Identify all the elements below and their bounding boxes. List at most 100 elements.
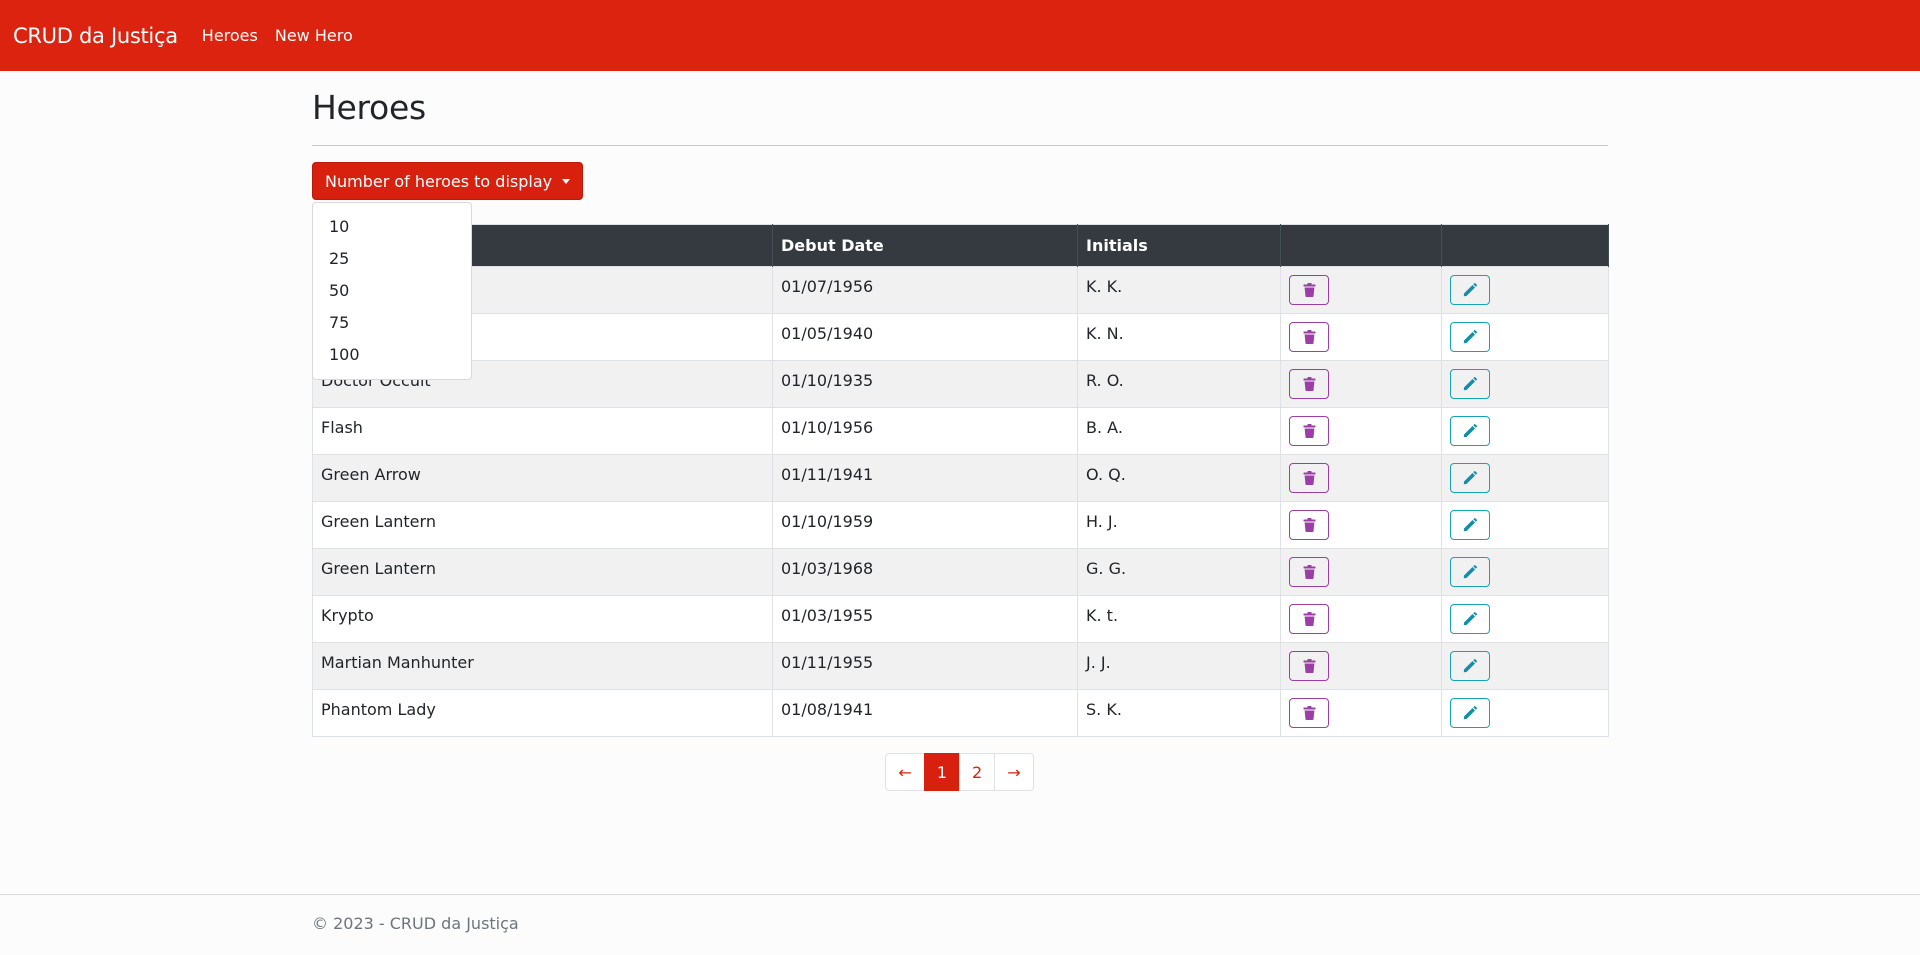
edit-cell	[1441, 689, 1609, 737]
delete-cell	[1280, 642, 1442, 690]
edit-button[interactable]	[1450, 416, 1490, 446]
trash-icon	[1303, 659, 1316, 673]
nav-link-heroes[interactable]: Heroes	[202, 26, 258, 45]
table-row: 01/05/1940 K. N.	[312, 313, 1609, 361]
dropdown-option-75[interactable]: 75	[313, 307, 471, 339]
edit-button[interactable]	[1450, 463, 1490, 493]
hero-debut-cell: 01/03/1968	[772, 548, 1078, 596]
trash-icon	[1303, 565, 1316, 579]
hero-initials-cell: O. Q.	[1077, 454, 1281, 502]
column-header-edit	[1441, 224, 1609, 267]
dropdown-option-100[interactable]: 100	[313, 339, 471, 371]
pagination-next[interactable]: →	[994, 753, 1034, 791]
delete-cell	[1280, 360, 1442, 408]
pencil-icon	[1463, 471, 1477, 485]
column-header-debut-date: Debut Date	[772, 224, 1078, 267]
dropdown-option-50[interactable]: 50	[313, 275, 471, 307]
hero-initials-cell: K. N.	[1077, 313, 1281, 361]
pencil-icon	[1463, 518, 1477, 532]
nav-link-new-hero[interactable]: New Hero	[275, 26, 353, 45]
delete-cell	[1280, 689, 1442, 737]
edit-cell	[1441, 266, 1609, 314]
dropdown-option-10[interactable]: 10	[313, 211, 471, 243]
delete-button[interactable]	[1289, 651, 1329, 681]
pencil-icon	[1463, 565, 1477, 579]
delete-button[interactable]	[1289, 275, 1329, 305]
edit-button[interactable]	[1450, 604, 1490, 634]
table-row: Green Arrow 01/11/1941 O. Q.	[312, 454, 1609, 502]
delete-button[interactable]	[1289, 604, 1329, 634]
hero-name-cell: Green Lantern	[312, 501, 773, 549]
edit-button[interactable]	[1450, 275, 1490, 305]
hero-debut-cell: 01/05/1940	[772, 313, 1078, 361]
trash-icon	[1303, 518, 1316, 532]
hero-debut-cell: 01/10/1956	[772, 407, 1078, 455]
hero-name-cell: Phantom Lady	[312, 689, 773, 737]
hero-debut-cell: 01/08/1941	[772, 689, 1078, 737]
delete-button[interactable]	[1289, 416, 1329, 446]
main-container: Heroes Number of heroes to display 10 25…	[312, 71, 1609, 791]
trash-icon	[1303, 612, 1316, 626]
column-header-delete	[1280, 224, 1442, 267]
edit-button[interactable]	[1450, 322, 1490, 352]
trash-icon	[1303, 283, 1316, 297]
table-body: 01/07/1956 K. K. 01/05/1940 K. N. Doctor Occ…	[312, 266, 1609, 737]
delete-button[interactable]	[1289, 557, 1329, 587]
delete-cell	[1280, 266, 1442, 314]
edit-button[interactable]	[1450, 510, 1490, 540]
delete-cell	[1280, 548, 1442, 596]
hero-debut-cell: 01/10/1959	[772, 501, 1078, 549]
column-header-initials: Initials	[1077, 224, 1281, 267]
table-row: Green Lantern 01/10/1959 H. J.	[312, 501, 1609, 549]
hero-initials-cell: H. J.	[1077, 501, 1281, 549]
pencil-icon	[1463, 330, 1477, 344]
hero-name-cell: Krypto	[312, 595, 773, 643]
edit-button[interactable]	[1450, 557, 1490, 587]
edit-button[interactable]	[1450, 698, 1490, 728]
trash-icon	[1303, 706, 1316, 720]
delete-button[interactable]	[1289, 322, 1329, 352]
hero-initials-cell: K. t.	[1077, 595, 1281, 643]
delete-cell	[1280, 407, 1442, 455]
table-row: Martian Manhunter 01/11/1955 J. J.	[312, 642, 1609, 690]
delete-cell	[1280, 501, 1442, 549]
brand-link[interactable]: CRUD da Justiça	[13, 24, 178, 48]
footer-divider	[0, 894, 1920, 895]
delete-cell	[1280, 313, 1442, 361]
table-row: Phantom Lady 01/08/1941 S. K.	[312, 689, 1609, 737]
hero-debut-cell: 01/07/1956	[772, 266, 1078, 314]
hero-initials-cell: G. G.	[1077, 548, 1281, 596]
delete-button[interactable]	[1289, 510, 1329, 540]
table-row: Krypto 01/03/1955 K. t.	[312, 595, 1609, 643]
edit-cell	[1441, 313, 1609, 361]
pagination: ← 1 2 →	[312, 753, 1608, 791]
delete-cell	[1280, 595, 1442, 643]
pencil-icon	[1463, 659, 1477, 673]
display-count-button[interactable]: Number of heroes to display	[312, 162, 584, 200]
navbar: CRUD da Justiça Heroes New Hero	[0, 0, 1920, 71]
table-header-row: Name Debut Date Initials	[312, 224, 1609, 267]
edit-button[interactable]	[1450, 651, 1490, 681]
hero-initials-cell: B. A.	[1077, 407, 1281, 455]
delete-button[interactable]	[1289, 698, 1329, 728]
table-row: Flash 01/10/1956 B. A.	[312, 407, 1609, 455]
hero-debut-cell: 01/11/1955	[772, 642, 1078, 690]
display-count-menu: 10 25 50 75 100	[312, 202, 472, 380]
delete-button[interactable]	[1289, 369, 1329, 399]
table-row: Doctor Occult 01/10/1935 R. O.	[312, 360, 1609, 408]
dropdown-option-25[interactable]: 25	[313, 243, 471, 275]
pagination-page-1[interactable]: 1	[923, 753, 960, 791]
pagination-prev[interactable]: ←	[885, 753, 925, 791]
pagination-page-2[interactable]: 2	[959, 753, 996, 791]
delete-button[interactable]	[1289, 463, 1329, 493]
delete-cell	[1280, 454, 1442, 502]
hero-initials-cell: K. K.	[1077, 266, 1281, 314]
hero-initials-cell: R. O.	[1077, 360, 1281, 408]
heroes-table: Name Debut Date Initials 01/07/1956K. K.…	[312, 224, 1609, 737]
edit-button[interactable]	[1450, 369, 1490, 399]
hero-debut-cell: 01/10/1935	[772, 360, 1078, 408]
pencil-icon	[1463, 377, 1477, 391]
edit-cell	[1441, 407, 1609, 455]
hero-debut-cell: 01/03/1955	[772, 595, 1078, 643]
table-row: 01/07/1956 K. K.	[312, 266, 1609, 314]
